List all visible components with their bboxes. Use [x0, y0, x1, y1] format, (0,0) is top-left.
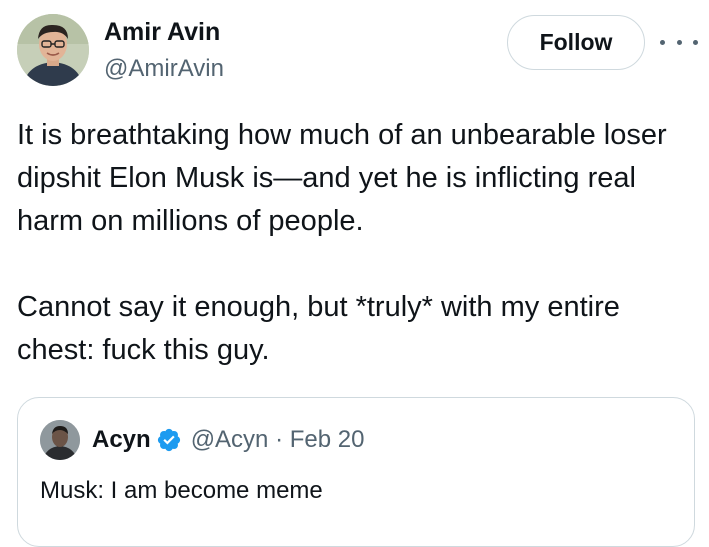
author-handle[interactable]: @AmirAvin	[104, 53, 224, 85]
quoted-author-name[interactable]: Acyn	[92, 424, 151, 456]
quoted-author-avatar[interactable]	[40, 420, 80, 460]
more-horizontal-icon	[693, 39, 698, 45]
tweet-paragraph: Cannot say it enough, but *truly* with m…	[17, 291, 620, 366]
author-name[interactable]: Amir Avin	[104, 15, 220, 49]
verified-badge-icon	[157, 428, 180, 452]
person-avatar-icon	[17, 14, 89, 86]
person-avatar-icon	[40, 420, 80, 460]
quoted-tweet-text: Musk: I am become meme	[40, 477, 323, 504]
author-avatar[interactable]	[17, 14, 89, 86]
more-options-button[interactable]	[660, 30, 698, 54]
tweet-paragraph: It is breathtaking how much of an unbear…	[17, 119, 667, 237]
quoted-tweet-header: Acyn @Acyn · Feb 20	[92, 424, 364, 456]
quoted-meta[interactable]: @Acyn · Feb 20	[191, 424, 365, 456]
follow-button[interactable]: Follow	[507, 15, 645, 70]
more-horizontal-icon	[660, 39, 665, 45]
tweet-body: It is breathtaking how much of an unbear…	[17, 114, 697, 372]
more-horizontal-icon	[676, 39, 682, 45]
quoted-tweet-card[interactable]: Acyn @Acyn · Feb 20 Musk: I am become me…	[17, 397, 695, 547]
